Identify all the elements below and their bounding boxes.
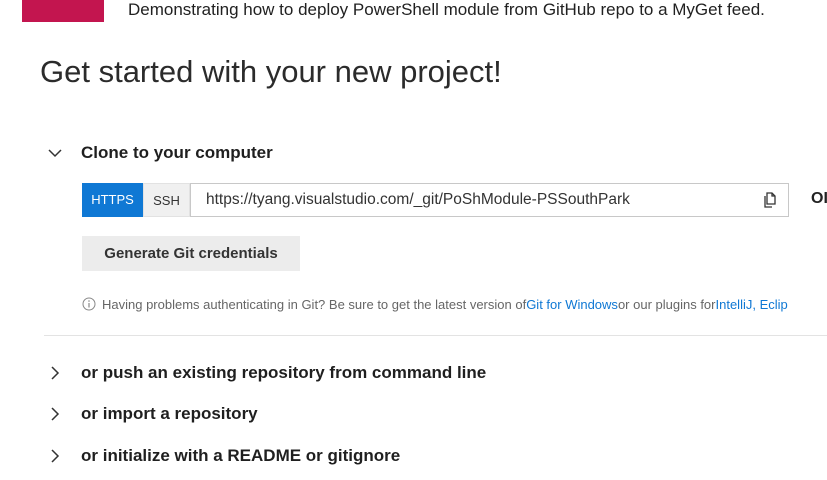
chevron-down-icon (44, 142, 66, 164)
clone-section-toggle[interactable]: Clone to your computer (44, 141, 273, 165)
git-for-windows-link[interactable]: Git for Windows (526, 297, 618, 312)
section-divider (44, 335, 827, 336)
page-title: Get started with your new project! (40, 54, 502, 89)
project-description: Demonstrating how to deploy PowerShell m… (128, 0, 765, 19)
https-toggle-button[interactable]: HTTPS (82, 183, 143, 217)
chevron-right-icon (44, 362, 66, 384)
clone-section-label: Clone to your computer (81, 143, 273, 162)
help-middle-text: or our plugins for (617, 296, 716, 312)
initialize-section-label: or initialize with a README or gitignore (81, 446, 401, 465)
chevron-right-icon (44, 403, 66, 425)
project-avatar (22, 0, 104, 22)
copy-url-button[interactable] (752, 184, 788, 216)
or-text: OI (811, 190, 827, 207)
push-section-label: or push an existing repository from comm… (81, 363, 487, 382)
ide-plugins-link[interactable]: IntelliJ, Eclip (716, 297, 788, 312)
git-help-text: Having problems authenticating in Git? B… (82, 294, 788, 314)
import-section-label: or import a repository (81, 404, 258, 423)
clone-url-field[interactable]: https://tyang.visualstudio.com/_git/PoSh… (190, 183, 789, 217)
push-section-toggle[interactable]: or push an existing repository from comm… (44, 361, 486, 385)
copy-icon (761, 191, 779, 209)
help-prefix-text: Having problems authenticating in Git? B… (102, 296, 527, 312)
initialize-section-toggle[interactable]: or initialize with a README or gitignore (44, 444, 400, 468)
import-section-toggle[interactable]: or import a repository (44, 402, 258, 426)
generate-git-credentials-button[interactable]: Generate Git credentials (82, 236, 300, 271)
page: Demonstrating how to deploy PowerShell m… (0, 0, 827, 480)
chevron-right-icon (44, 445, 66, 467)
info-icon (82, 297, 96, 311)
clone-url-text[interactable]: https://tyang.visualstudio.com/_git/PoSh… (206, 184, 630, 216)
ssh-toggle-button[interactable]: SSH (143, 183, 190, 217)
